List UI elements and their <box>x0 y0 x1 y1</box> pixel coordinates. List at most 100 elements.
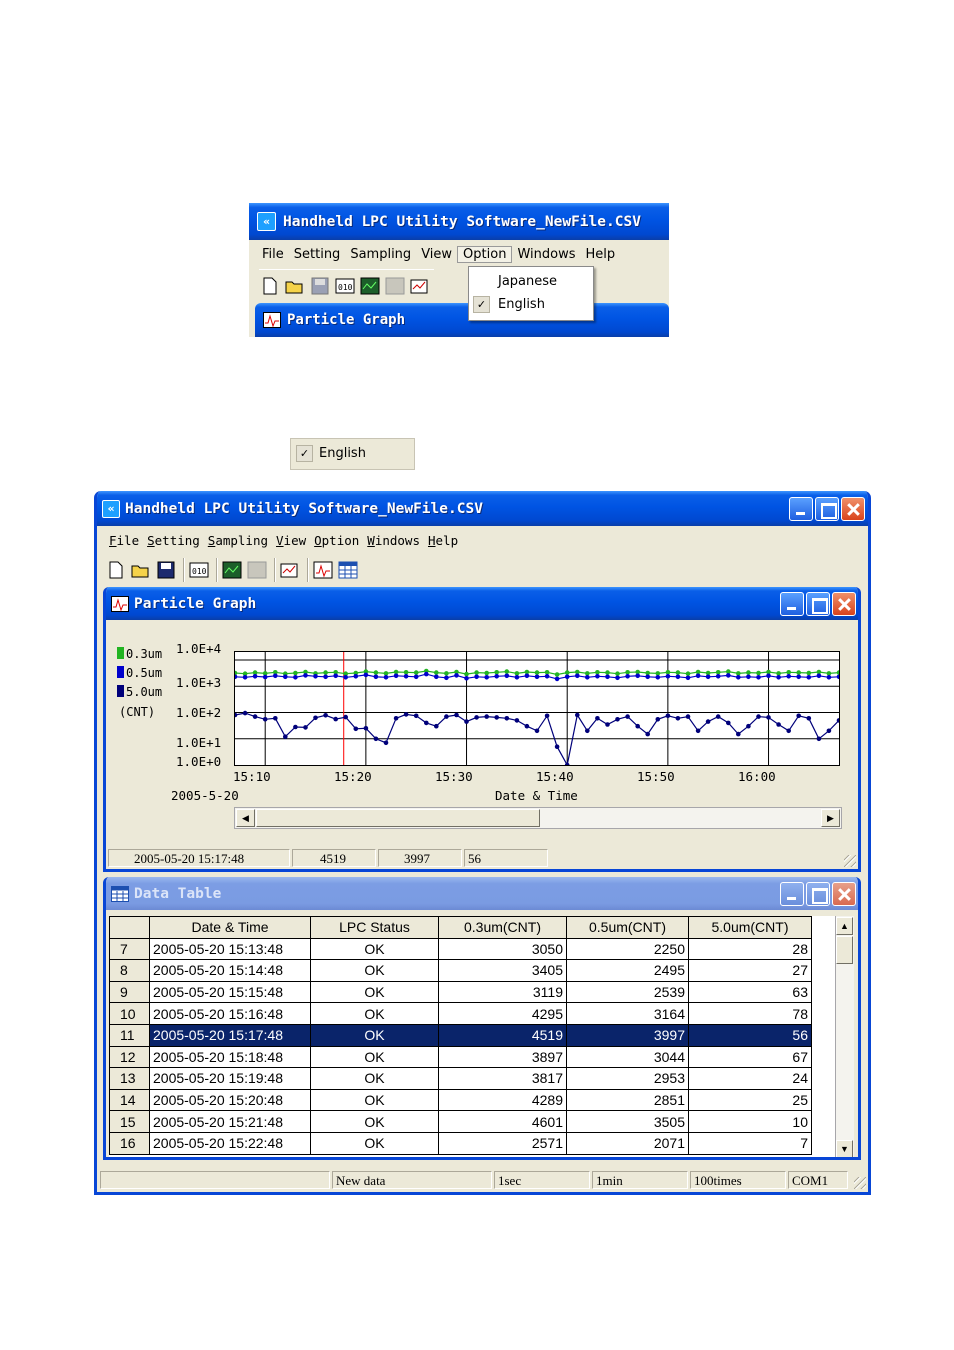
cell-03um[interactable]: 4601 <box>438 1110 567 1133</box>
cell-05um[interactable]: 3505 <box>566 1110 689 1133</box>
open-folder-icon[interactable] <box>284 275 306 297</box>
corner-header[interactable] <box>109 916 150 939</box>
cell-05um[interactable]: 2250 <box>566 937 689 961</box>
cell-03um[interactable]: 3119 <box>438 980 567 1004</box>
cell-50um[interactable]: 28 <box>688 937 812 961</box>
resize-grip-icon[interactable] <box>844 855 856 867</box>
cell-datetime[interactable]: 2005-05-20 15:15:48 <box>149 980 311 1004</box>
cell-datetime[interactable]: 2005-05-20 15:17:48 <box>149 1023 311 1047</box>
scroll-right-arrow-icon[interactable]: ▶ <box>821 809 840 827</box>
menu-windows[interactable]: Windows <box>512 247 580 262</box>
minimize-button[interactable] <box>780 882 804 906</box>
close-button[interactable] <box>832 592 856 616</box>
table-row[interactable]: 7 2005-05-20 15:13:48 OK 3050 2250 28 <box>109 937 812 961</box>
cell-datetime[interactable]: 2005-05-20 15:18:48 <box>149 1045 311 1069</box>
row-number[interactable]: 7 <box>109 937 150 961</box>
menu-setting[interactable]: Setting <box>143 533 204 548</box>
cell-50um[interactable]: 67 <box>688 1045 812 1069</box>
cell-status[interactable]: OK <box>310 1023 439 1047</box>
table-vertical-scrollbar[interactable]: ▲ ▼ <box>835 916 854 1157</box>
cell-05um[interactable]: 3164 <box>566 1002 689 1025</box>
scroll-down-arrow-icon[interactable]: ▼ <box>836 1140 853 1157</box>
cell-50um[interactable]: 7 <box>688 1131 812 1155</box>
binary-data-icon[interactable]: 010 <box>188 559 210 581</box>
close-button[interactable] <box>841 497 865 521</box>
cell-05um[interactable]: 2495 <box>566 959 689 982</box>
cell-status[interactable]: OK <box>310 959 439 982</box>
graph-horizontal-scrollbar[interactable]: ◀ ▶ <box>234 807 842 829</box>
cell-03um[interactable]: 4519 <box>438 1023 567 1047</box>
minimize-button[interactable] <box>789 497 813 521</box>
row-number[interactable]: 10 <box>109 1002 150 1025</box>
save-icon[interactable] <box>155 559 177 581</box>
table-window-icon[interactable] <box>337 559 359 581</box>
menu-windows[interactable]: Windows <box>363 533 424 548</box>
cell-50um[interactable]: 27 <box>688 959 812 982</box>
menu-help[interactable]: Help <box>424 533 462 548</box>
col-header-status[interactable]: LPC Status <box>310 916 439 939</box>
table-row[interactable]: 16 2005-05-20 15:22:48 OK 2571 2071 7 <box>109 1131 812 1155</box>
row-number[interactable]: 16 <box>109 1131 150 1155</box>
cell-50um[interactable]: 10 <box>688 1110 812 1133</box>
scroll-left-arrow-icon[interactable]: ◀ <box>236 809 255 827</box>
cell-05um[interactable]: 2539 <box>566 980 689 1004</box>
row-number[interactable]: 8 <box>109 959 150 982</box>
cell-03um[interactable]: 3897 <box>438 1045 567 1069</box>
row-number[interactable]: 9 <box>109 980 150 1004</box>
table-row[interactable]: 12 2005-05-20 15:18:48 OK 3897 3044 67 <box>109 1045 812 1069</box>
maximize-button[interactable] <box>806 882 830 906</box>
cell-status[interactable]: OK <box>310 937 439 961</box>
cell-03um[interactable]: 3817 <box>438 1067 567 1090</box>
cell-50um[interactable]: 24 <box>688 1067 812 1090</box>
cell-datetime[interactable]: 2005-05-20 15:13:48 <box>149 937 311 961</box>
particle-plot[interactable] <box>232 651 842 768</box>
cell-status[interactable]: OK <box>310 1088 439 1112</box>
menu-sampling[interactable]: Sampling <box>345 247 416 262</box>
menu-file[interactable]: File <box>257 247 289 262</box>
graph-window-icon[interactable] <box>312 559 334 581</box>
data-table-titlebar[interactable]: Data Table <box>106 877 858 910</box>
cell-datetime[interactable]: 2005-05-20 15:22:48 <box>149 1131 311 1155</box>
minimize-button[interactable] <box>780 592 804 616</box>
cell-status[interactable]: OK <box>310 1002 439 1025</box>
scroll-thumb[interactable] <box>836 936 853 964</box>
cell-status[interactable]: OK <box>310 980 439 1004</box>
cell-03um[interactable]: 4289 <box>438 1088 567 1112</box>
col-header-05um[interactable]: 0.5um(CNT) <box>566 916 689 939</box>
row-number[interactable]: 11 <box>109 1023 150 1047</box>
maximize-button[interactable] <box>806 592 830 616</box>
menu-setting[interactable]: Setting <box>289 247 346 262</box>
table-row[interactable]: 13 2005-05-20 15:19:48 OK 3817 2953 24 <box>109 1067 812 1090</box>
maximize-button[interactable] <box>815 497 839 521</box>
cell-05um[interactable]: 2953 <box>566 1067 689 1090</box>
crop-particle-graph-titlebar[interactable]: Particle Graph <box>255 303 669 337</box>
print-chart-icon[interactable] <box>279 559 301 581</box>
menu-option-open[interactable]: Option <box>457 246 513 263</box>
save-icon[interactable] <box>309 275 331 297</box>
graph-monitor-icon[interactable] <box>359 275 381 297</box>
scroll-thumb[interactable] <box>256 809 540 827</box>
cell-status[interactable]: OK <box>310 1067 439 1090</box>
row-number[interactable]: 15 <box>109 1110 150 1133</box>
row-number[interactable]: 14 <box>109 1088 150 1112</box>
cell-datetime[interactable]: 2005-05-20 15:20:48 <box>149 1088 311 1112</box>
cell-03um[interactable]: 4295 <box>438 1002 567 1025</box>
particle-graph-titlebar[interactable]: Particle Graph <box>106 587 858 620</box>
cell-50um[interactable]: 78 <box>688 1002 812 1025</box>
disabled-monitor-icon[interactable] <box>384 275 406 297</box>
main-titlebar[interactable]: « Handheld LPC Utility Software_NewFile.… <box>97 491 868 526</box>
cell-05um[interactable]: 3997 <box>566 1023 689 1047</box>
cell-50um[interactable]: 25 <box>688 1088 812 1112</box>
row-number[interactable]: 13 <box>109 1067 150 1090</box>
graph-monitor-icon[interactable] <box>221 559 243 581</box>
crop-app-titlebar[interactable]: « Handheld LPC Utility Software_NewFile.… <box>249 203 669 240</box>
binary-data-icon[interactable]: 010 <box>334 275 356 297</box>
cell-50um[interactable]: 63 <box>688 980 812 1004</box>
cell-status[interactable]: OK <box>310 1131 439 1155</box>
cell-status[interactable]: OK <box>310 1110 439 1133</box>
menu-view[interactable]: View <box>272 533 310 548</box>
menu-view[interactable]: View <box>416 247 457 262</box>
cell-datetime[interactable]: 2005-05-20 15:14:48 <box>149 959 311 982</box>
table-row[interactable]: 15 2005-05-20 15:21:48 OK 4601 3505 10 <box>109 1110 812 1133</box>
table-row[interactable]: 14 2005-05-20 15:20:48 OK 4289 2851 25 <box>109 1088 812 1112</box>
